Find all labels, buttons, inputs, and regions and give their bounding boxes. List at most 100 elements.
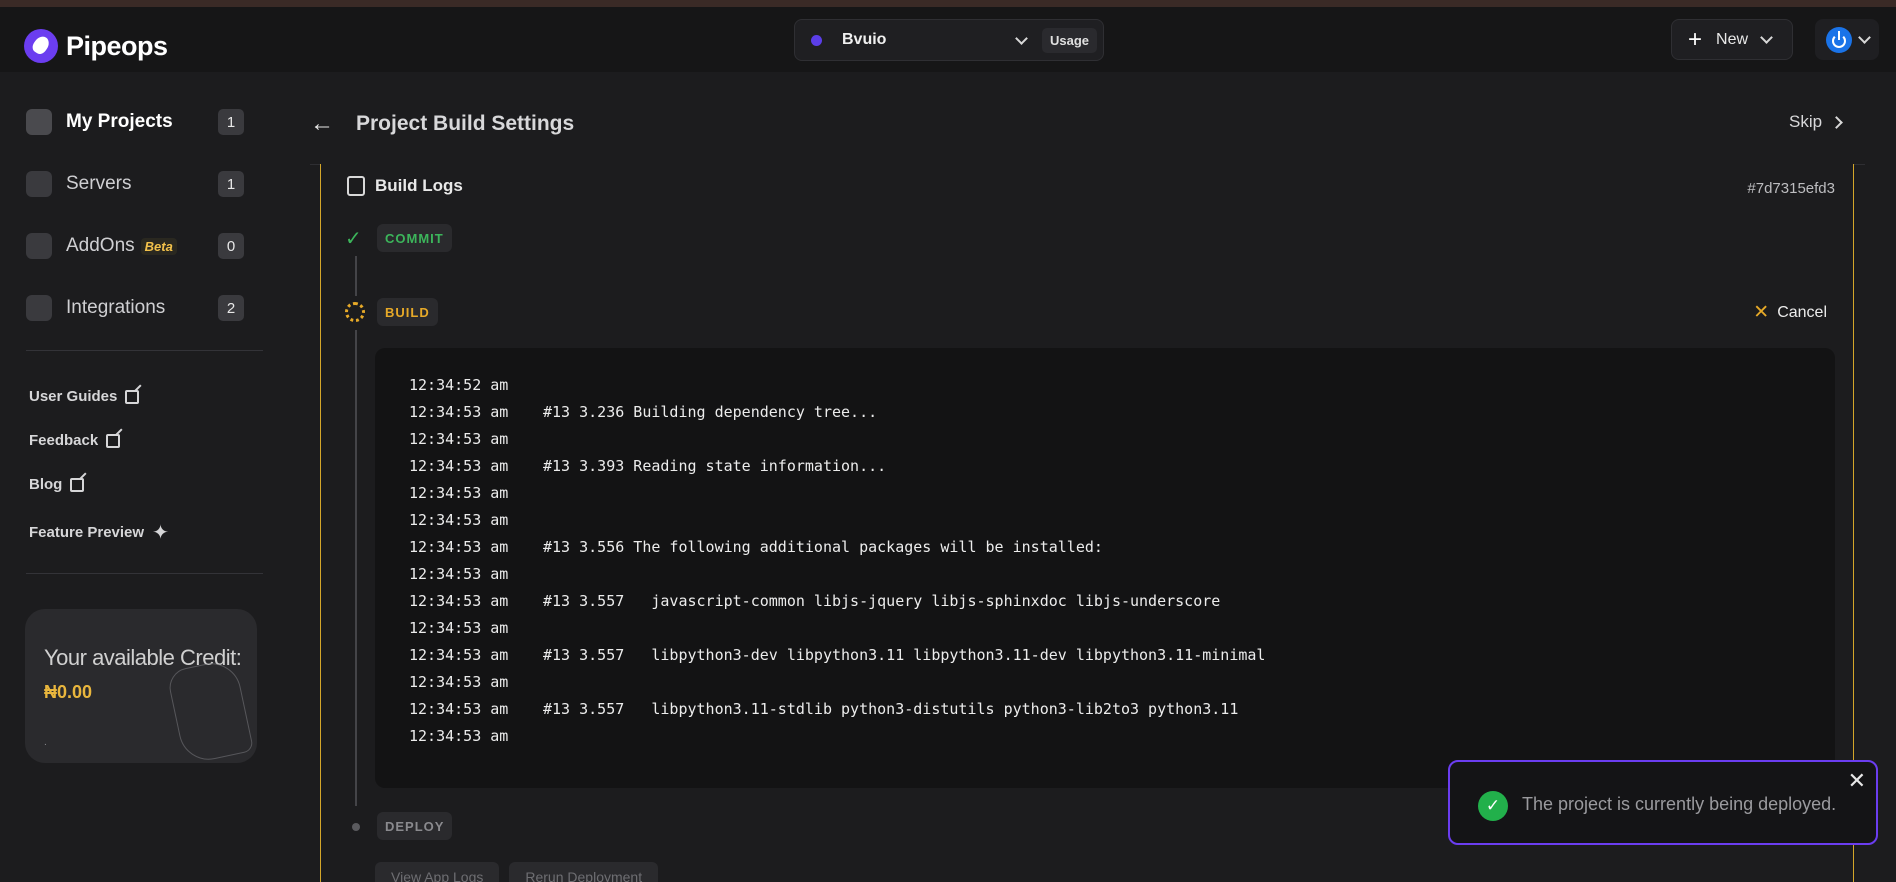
log-timestamp: 12:34:52 am <box>409 376 509 394</box>
log-message <box>543 484 1801 511</box>
new-button[interactable]: + New <box>1671 19 1793 60</box>
log-timestamp: 12:34:53 am <box>409 403 509 421</box>
beta-badge: Beta <box>140 237 177 255</box>
log-message: #13 3.557 javascript-common libjs-jquery… <box>543 592 1221 610</box>
log-timestamp: 12:34:53 am <box>409 511 509 529</box>
link-label: Blog <box>29 476 63 493</box>
log-timestamp: 12:34:53 am <box>409 619 509 637</box>
log-line: 12:34:53 am <box>409 727 1801 754</box>
brand-name: Pipeops <box>66 30 168 61</box>
chevron-down-icon <box>1760 31 1773 44</box>
log-message: #13 3.557 libpython3-dev libpython3.11 l… <box>543 646 1266 664</box>
chevron-down-icon <box>1015 31 1028 45</box>
panel-header: Build Logs <box>347 176 463 196</box>
log-output[interactable]: 12:34:52 am 12:34:53 am #13 3.236 Building… <box>375 348 1835 788</box>
log-timestamp: 12:34:53 am <box>409 484 509 502</box>
log-message <box>543 430 1801 457</box>
sidebar-divider <box>26 350 263 351</box>
brand-logo[interactable]: Pipeops <box>24 29 168 63</box>
log-line: 12:34:53 am #13 3.557 javascript-common l… <box>409 592 1801 619</box>
log-line: 12:34:53 am #13 3.556 The following addit… <box>409 538 1801 565</box>
credit-card: Your available Credit: ₦0.00 . <box>25 609 257 766</box>
link-feedback[interactable]: Feedback <box>29 432 121 449</box>
link-user-guides[interactable]: User Guides <box>29 388 140 405</box>
sidebar-item-integrations[interactable]: Integrations 2 <box>26 290 244 326</box>
credit-amount: ₦0.00 <box>44 682 93 702</box>
log-message <box>543 511 1801 538</box>
usage-button[interactable]: Usage <box>1041 27 1097 53</box>
toast-notification: ✓ The project is currently being deploye… <box>1448 760 1878 845</box>
sidebar-divider <box>26 573 263 574</box>
log-message <box>543 565 1801 592</box>
log-message: #13 3.393 Reading state information... <box>543 457 887 475</box>
view-app-logs-button[interactable]: View App Logs <box>375 862 500 882</box>
cancel-button[interactable]: ✕ Cancel <box>1753 301 1827 324</box>
puzzle-icon <box>26 295 52 321</box>
log-line: 12:34:53 am <box>409 565 1801 592</box>
step-connector <box>355 330 357 806</box>
panel-title: Build Logs <box>375 176 463 195</box>
project-status-dot <box>811 34 822 46</box>
credit-footnote: . <box>44 737 47 748</box>
log-timestamp: 12:34:53 am <box>409 673 509 691</box>
window-top-strip <box>0 0 1896 7</box>
log-line: 12:34:52 am <box>409 376 1801 403</box>
step-connector <box>355 256 357 296</box>
addons-label-text: AddOns <box>66 235 135 256</box>
spinner-icon <box>345 302 365 322</box>
page-header: ← Project Build Settings <box>310 110 574 138</box>
log-line: 12:34:53 am <box>409 484 1801 511</box>
toast-close-icon[interactable]: ✕ <box>1848 768 1866 794</box>
account-menu-button[interactable] <box>1815 19 1879 60</box>
sidebar-item-label: My Projects <box>66 111 173 132</box>
log-line: 12:34:53 am #13 3.557 libpython3.11-stdli… <box>409 700 1801 727</box>
close-icon: ✕ <box>1753 302 1770 323</box>
sidebar-item-label: Servers <box>66 173 132 194</box>
log-message: #13 3.557 libpython3.11-stdlib python3-d… <box>543 700 1239 718</box>
plus-icon: + <box>1688 25 1703 53</box>
sparkle-icon: ✦ <box>152 522 169 544</box>
log-timestamp: 12:34:53 am <box>409 565 509 583</box>
log-message <box>543 619 1801 646</box>
check-icon: ✓ <box>345 228 362 250</box>
pending-dot <box>352 823 360 831</box>
log-message: #13 3.236 Building dependency tree... <box>543 403 878 421</box>
count-badge: 2 <box>218 295 244 321</box>
sidebar-item-my-projects[interactable]: My Projects 1 <box>26 104 244 140</box>
project-selector[interactable]: Bvuio Usage <box>794 19 1104 61</box>
link-label: User Guides <box>29 388 118 405</box>
sidebar-item-label: AddOns Beta <box>66 235 218 257</box>
log-timestamp: 12:34:53 am <box>409 646 509 664</box>
sidebar-item-addons[interactable]: AddOns Beta 0 <box>26 228 244 264</box>
skip-label: Skip <box>1789 112 1823 131</box>
page-title: Project Build Settings <box>356 112 575 135</box>
action-buttons: View App Logs Rerun Deployment <box>375 862 659 882</box>
link-blog[interactable]: Blog <box>29 476 85 493</box>
link-label: Feedback <box>29 432 99 449</box>
rerun-deployment-button[interactable]: Rerun Deployment <box>509 862 659 882</box>
sidebar-item-servers[interactable]: Servers 1 <box>26 166 244 202</box>
link-feature-preview[interactable]: Feature Preview ✦ <box>29 520 169 545</box>
log-line: 12:34:53 am <box>409 511 1801 538</box>
log-line: 12:34:53 am <box>409 430 1801 457</box>
rocket-logo-icon <box>24 29 58 63</box>
skip-button[interactable]: Skip <box>1789 112 1843 132</box>
step-build: BUILD <box>377 298 438 326</box>
chevron-right-icon <box>1830 115 1843 129</box>
log-message <box>543 673 1801 700</box>
commit-hash[interactable]: #7d7315efd3 <box>1747 180 1835 197</box>
log-line: 12:34:53 am <box>409 619 1801 646</box>
log-timestamp: 12:34:53 am <box>409 538 509 556</box>
chevron-down-icon <box>1857 31 1871 44</box>
step-commit: COMMIT <box>377 224 452 252</box>
log-message <box>543 376 1801 403</box>
wallet-illustration <box>165 657 255 766</box>
power-icon <box>1825 26 1852 53</box>
log-line: 12:34:53 am <box>409 673 1801 700</box>
back-arrow-icon[interactable]: ← <box>310 110 334 138</box>
step-deploy: DEPLOY <box>377 812 453 840</box>
external-link-icon <box>125 389 140 404</box>
log-line: 12:34:53 am #13 3.393 Reading state infor… <box>409 457 1801 484</box>
count-badge: 0 <box>218 233 244 259</box>
count-badge: 1 <box>218 171 244 197</box>
